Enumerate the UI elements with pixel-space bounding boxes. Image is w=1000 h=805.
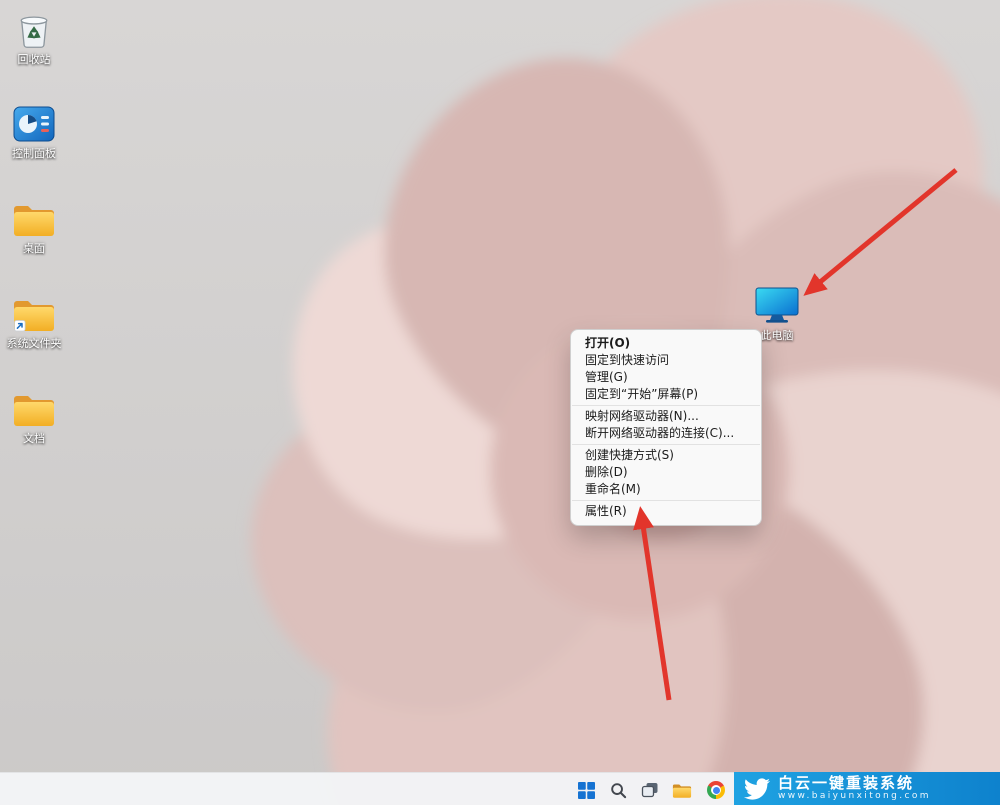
desktop-icon-documents-folder[interactable]: 文档 — [0, 387, 68, 445]
watermark-text: 白云一键重装系统 www.baiyunxitong.com — [778, 776, 931, 801]
control-panel-icon — [13, 102, 55, 144]
desktop-icon-system-folder[interactable]: 系统文件夹 — [0, 292, 68, 350]
start-button[interactable] — [576, 780, 596, 800]
watermark-url: www.baiyunxitong.com — [778, 792, 931, 801]
desktop-icon-control-panel[interactable]: 控制面板 — [0, 102, 68, 160]
file-explorer-icon — [672, 782, 692, 799]
menu-separator — [572, 405, 760, 406]
menu-item-pin-quick-access[interactable]: 固定到快速访问 — [571, 352, 761, 369]
menu-item-disconnect-network-drive[interactable]: 断开网络驱动器的连接(C)... — [571, 425, 761, 442]
twitter-bird-icon — [744, 776, 770, 802]
desktop-icon-recycle-bin[interactable]: 回收站 — [0, 8, 68, 66]
start-icon — [578, 782, 595, 799]
wallpaper-bloom — [0, 0, 1000, 805]
desktop-icon-label: 控制面板 — [12, 147, 56, 160]
menu-item-create-shortcut[interactable]: 创建快捷方式(S) — [571, 447, 761, 464]
recycle-bin-icon — [16, 8, 52, 50]
chrome-icon — [707, 781, 725, 799]
watermark-title: 白云一键重装系统 — [778, 776, 931, 792]
chrome-button[interactable] — [706, 780, 726, 800]
desktop: 回收站 控制面板 — [0, 0, 1000, 805]
menu-item-pin-to-start[interactable]: 固定到“开始”屏幕(P) — [571, 386, 761, 403]
menu-item-map-network-drive[interactable]: 映射网络驱动器(N)... — [571, 408, 761, 425]
context-menu: 打开(O) 固定到快速访问 管理(G) 固定到“开始”屏幕(P) 映射网络驱动器… — [570, 329, 762, 526]
menu-separator — [572, 500, 760, 501]
desktop-icon-label: 文档 — [23, 432, 45, 445]
task-view-button[interactable] — [640, 780, 660, 800]
menu-item-properties[interactable]: 属性(R) — [571, 503, 761, 520]
menu-item-open[interactable]: 打开(O) — [571, 335, 761, 352]
menu-item-rename[interactable]: 重命名(M) — [571, 481, 761, 498]
folder-icon — [12, 387, 56, 429]
menu-separator — [572, 444, 760, 445]
search-button[interactable] — [608, 780, 628, 800]
folder-icon — [12, 197, 56, 239]
desktop-icon-label: 桌面 — [23, 242, 45, 255]
file-explorer-button[interactable] — [672, 780, 692, 800]
desktop-icon-label: 系统文件夹 — [7, 337, 62, 350]
folder-shortcut-icon — [12, 292, 56, 334]
this-pc-icon — [754, 284, 800, 326]
task-view-icon — [641, 781, 659, 799]
desktop-icon-label: 回收站 — [18, 53, 51, 66]
menu-item-manage[interactable]: 管理(G) — [571, 369, 761, 386]
desktop-icon-desktop-folder[interactable]: 桌面 — [0, 197, 68, 255]
desktop-icon-label: 此电脑 — [761, 329, 794, 342]
menu-item-delete[interactable]: 删除(D) — [571, 464, 761, 481]
watermark-banner: 白云一键重装系统 www.baiyunxitong.com — [734, 772, 1000, 805]
search-icon — [610, 782, 627, 799]
